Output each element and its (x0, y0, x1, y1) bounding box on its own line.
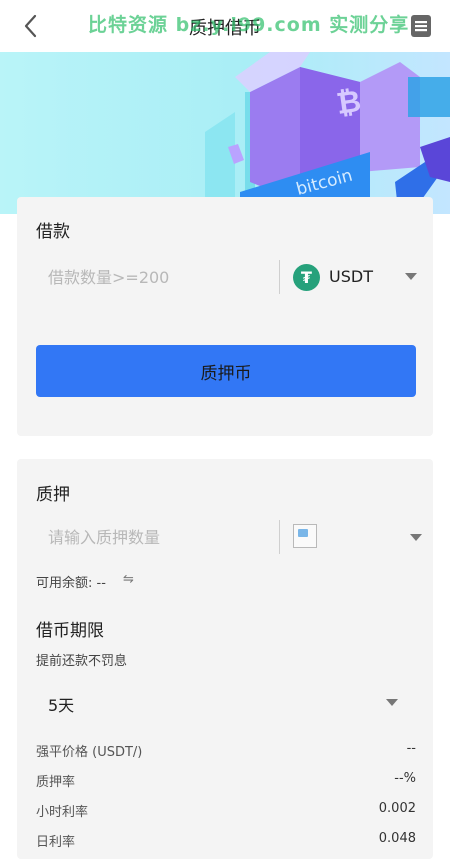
info-row-liquidation-price: 强平价格 (USDT/) -- (17, 741, 433, 761)
period-value: 5天 (48, 696, 75, 715)
period-title: 借币期限 (36, 621, 104, 641)
info-value: --% (394, 771, 416, 786)
chevron-down-icon (405, 273, 417, 280)
period-note: 提前还款不罚息 (36, 654, 128, 669)
banner-symbol: ₿ (334, 84, 363, 122)
collateral-title: 质押 (36, 485, 70, 505)
crypto-illustration: ₿ bitcoin (205, 52, 450, 214)
borrow-coin-select[interactable]: ₮ USDT (293, 256, 419, 298)
document-menu-icon (411, 15, 431, 37)
input-divider (279, 260, 280, 294)
input-divider (279, 520, 280, 554)
collateral-coin-select[interactable] (293, 516, 422, 558)
info-label: 日利率 (36, 835, 76, 850)
info-row-hourly-rate: 小时利率 0.002 (17, 801, 433, 821)
info-label: 强平价格 (USDT/) (36, 745, 143, 760)
collateral-submit-button[interactable]: 质押币 (36, 345, 416, 397)
info-row-collateral-rate: 质押率 --% (17, 771, 433, 791)
info-label: 小时利率 (36, 805, 89, 820)
chevron-down-icon (386, 699, 398, 706)
borrow-amount-input[interactable] (35, 256, 301, 298)
borrow-title: 借款 (36, 222, 70, 242)
top-nav-bar: 质押借币 比特资源 bz.y.i99.com 实测分享 (0, 0, 450, 52)
info-value: 0.002 (378, 801, 416, 816)
collateral-card: 质押 可用余额: -- ⇋ 借币期限 提前还款不罚息 5天 强平价格 (USDT… (17, 459, 433, 859)
menu-button[interactable] (410, 14, 432, 38)
borrow-coin-name: USDT (329, 267, 373, 286)
info-label: 质押率 (36, 775, 76, 790)
info-value: -- (406, 741, 416, 756)
period-select[interactable]: 5天 (17, 684, 433, 724)
collateral-amount-input[interactable] (35, 516, 301, 558)
swap-icon[interactable]: ⇋ (123, 572, 134, 587)
coin-image-placeholder-icon (293, 524, 317, 548)
borrow-input-row: ₮ USDT (17, 256, 433, 298)
collateral-input-row (17, 516, 433, 558)
usdt-icon: ₮ (293, 264, 320, 291)
borrow-card: 借款 ₮ USDT 质押币 (17, 197, 433, 436)
promo-banner: ₿ bitcoin (0, 52, 450, 214)
watermark-text: 比特资源 bz.y.i99.com 实测分享 (88, 14, 410, 36)
chevron-down-icon (410, 534, 422, 541)
info-value: 0.048 (378, 831, 416, 846)
info-row-daily-rate: 日利率 0.048 (17, 831, 433, 851)
available-balance: 可用余额: -- (36, 576, 106, 591)
